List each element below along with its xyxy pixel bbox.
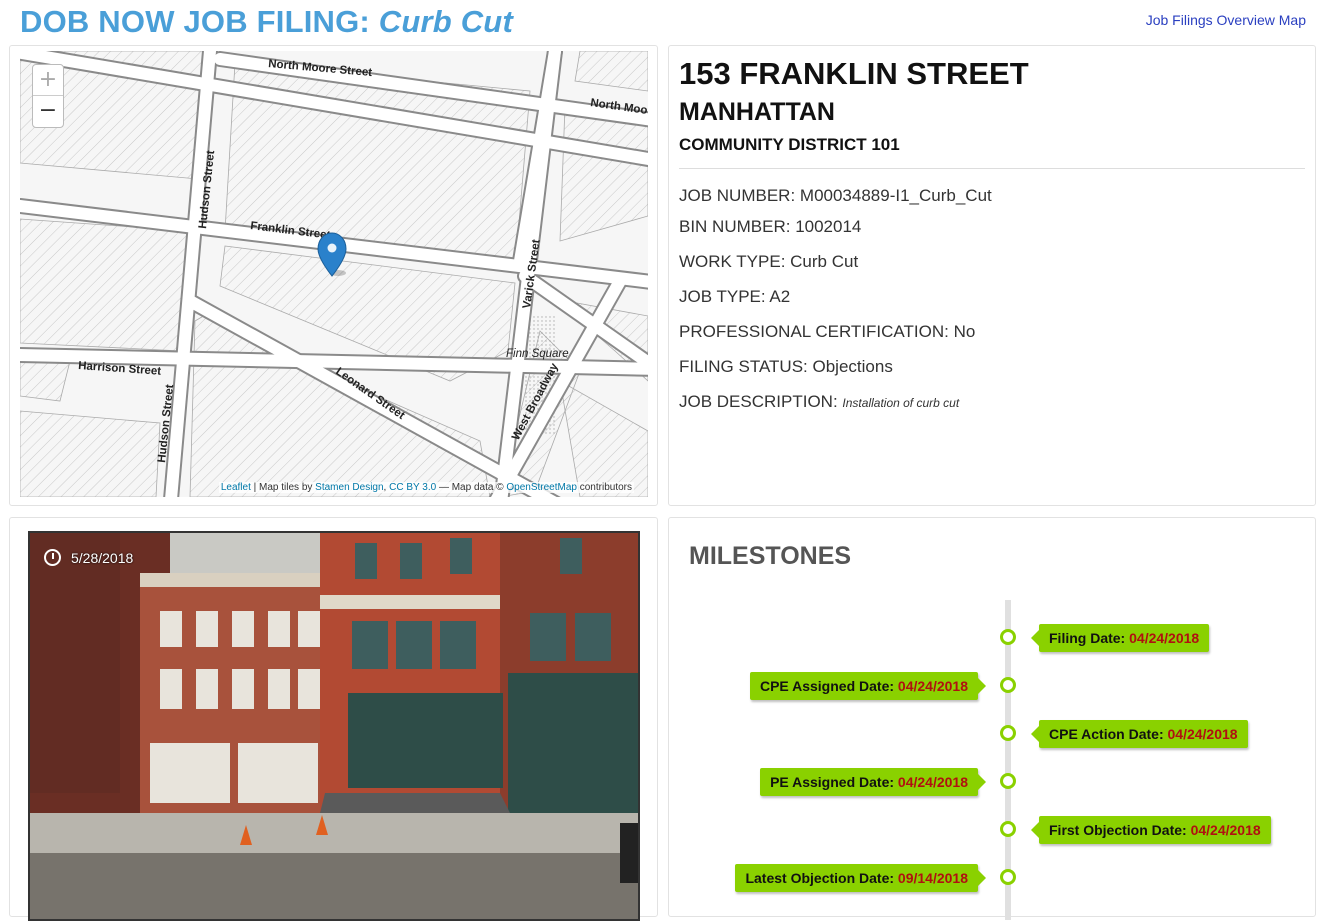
- attribution-dash: — Map data ©: [436, 482, 507, 493]
- map[interactable]: North Moore Street North Moo Hudson Stre…: [20, 51, 648, 497]
- milestone-label: CPE Action Date:: [1049, 726, 1168, 742]
- field-label: FILING STATUS:: [679, 357, 813, 376]
- milestone-tag: CPE Action Date: 04/24/2018: [1031, 720, 1248, 748]
- field-label: JOB TYPE:: [679, 287, 770, 306]
- timeline-dot: [1000, 773, 1016, 789]
- photo-date: 5/28/2018: [44, 549, 133, 566]
- map-tiles: North Moore Street North Moo Hudson Stre…: [20, 51, 648, 497]
- osm-link[interactable]: OpenStreetMap: [506, 482, 577, 493]
- milestones-panel: MILESTONES Filing Date: 04/24/2018 CPE A…: [668, 517, 1316, 920]
- page-title-prefix: DOB NOW JOB FILING:: [20, 4, 370, 39]
- attribution-sep: | Map tiles by: [250, 482, 316, 493]
- field-value: No: [953, 322, 976, 341]
- field-job-number: JOB NUMBER: M00034889-I1_Curb_Cut: [679, 186, 992, 206]
- timeline-dot: [1000, 677, 1016, 693]
- field-bin-number: BIN NUMBER: 1002014: [679, 217, 861, 237]
- label-finn-square: Finn Square: [506, 348, 569, 360]
- field-value: Curb Cut: [790, 252, 859, 271]
- field-job-type: JOB TYPE: A2: [679, 287, 790, 307]
- milestones-title: MILESTONES: [689, 542, 852, 570]
- milestone-label: PE Assigned Date:: [770, 774, 898, 790]
- field-value: A2: [769, 287, 791, 306]
- milestone-tag: Latest Objection Date: 09/14/2018: [735, 864, 986, 892]
- field-value: M00034889-I1_Curb_Cut: [799, 186, 992, 205]
- field-value: Objections: [812, 357, 893, 376]
- street-view-image: [30, 533, 638, 919]
- timeline-dot: [1000, 629, 1016, 645]
- field-job-description: JOB DESCRIPTION: Installation of curb cu…: [679, 392, 959, 412]
- timeline-dot: [1000, 725, 1016, 741]
- milestone-tag: First Objection Date: 04/24/2018: [1031, 816, 1271, 844]
- milestone-date: 04/24/2018: [897, 774, 968, 790]
- page-title: DOB NOW JOB FILING: Curb Cut: [20, 4, 513, 40]
- milestone-label: CPE Assigned Date:: [759, 678, 898, 694]
- timeline-dot: [1000, 821, 1016, 837]
- field-label: JOB NUMBER:: [679, 186, 800, 205]
- photo-date-text: 5/28/2018: [71, 549, 134, 566]
- address-heading: 153 FRANKLIN STREET: [679, 56, 1029, 91]
- milestone-label: Filing Date:: [1049, 630, 1130, 646]
- clock-icon: [44, 549, 61, 566]
- page-title-job-type: Curb Cut: [378, 4, 513, 39]
- field-label: JOB DESCRIPTION:: [679, 392, 843, 411]
- milestone-tag: Filing Date: 04/24/2018: [1030, 624, 1210, 652]
- milestone-tag: CPE Assigned Date: 04/24/2018: [749, 672, 987, 700]
- milestone-label: First Objection Date:: [1049, 822, 1191, 838]
- field-label: BIN NUMBER:: [679, 217, 796, 236]
- street-photo-panel: 5/28/2018: [9, 517, 658, 921]
- milestone-date: 04/24/2018: [1167, 726, 1238, 742]
- field-label: PROFESSIONAL CERTIFICATION:: [679, 322, 954, 341]
- stamen-link[interactable]: Stamen Design: [315, 482, 383, 493]
- map-attribution: Leaflet | Map tiles by Stamen Design, CC…: [218, 482, 634, 493]
- milestone-date: 04/24/2018: [1129, 630, 1200, 646]
- zoom-control: + −: [32, 64, 64, 128]
- field-filing-status: FILING STATUS: Objections: [679, 357, 893, 377]
- map-panel: North Moore Street North Moo Hudson Stre…: [9, 45, 658, 506]
- milestone-date: 04/24/2018: [897, 678, 968, 694]
- field-professional-certification: PROFESSIONAL CERTIFICATION: No: [679, 322, 975, 342]
- zoom-in-button[interactable]: +: [33, 65, 63, 96]
- milestone-date: 09/14/2018: [897, 870, 968, 886]
- zoom-out-button[interactable]: −: [33, 96, 63, 127]
- borough-heading: MANHATTAN: [679, 98, 835, 126]
- field-value: 1002014: [795, 217, 862, 236]
- divider: [679, 168, 1305, 169]
- community-district-heading: COMMUNITY DISTRICT 101: [679, 135, 900, 154]
- milestone-date: 04/24/2018: [1190, 822, 1261, 838]
- field-value: Installation of curb cut: [842, 396, 960, 410]
- attribution-contrib: contributors: [576, 482, 632, 493]
- milestone-tag: PE Assigned Date: 04/24/2018: [760, 768, 986, 796]
- milestone-label: Latest Objection Date:: [745, 870, 898, 886]
- license-link[interactable]: CC BY 3.0: [389, 482, 436, 493]
- field-work-type: WORK TYPE: Curb Cut: [679, 252, 858, 272]
- timeline-dot: [1000, 869, 1016, 885]
- job-info-panel: 153 FRANKLIN STREET MANHATTAN COMMUNITY …: [668, 45, 1316, 506]
- field-label: WORK TYPE:: [679, 252, 791, 271]
- leaflet-link[interactable]: Leaflet: [221, 482, 251, 493]
- job-filings-overview-link[interactable]: Job Filings Overview Map: [1146, 12, 1306, 28]
- street-view-photo: 5/28/2018: [28, 531, 640, 921]
